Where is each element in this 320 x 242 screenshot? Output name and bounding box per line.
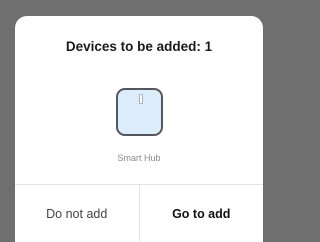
go-to-add-button[interactable]: Go to add bbox=[140, 185, 264, 242]
device-name: Smart Hub bbox=[117, 153, 161, 163]
smart-hub-icon bbox=[115, 88, 163, 136]
do-not-add-button[interactable]: Do not add bbox=[15, 185, 140, 242]
device-item[interactable]: Smart Hub bbox=[15, 88, 263, 163]
dialog-actions: Do not add Go to add bbox=[15, 184, 263, 242]
hub-indicator-light bbox=[138, 94, 143, 104]
add-devices-dialog: Devices to be added: 1 Smart Hub Do not … bbox=[15, 16, 263, 242]
dialog-title: Devices to be added: 1 bbox=[65, 39, 213, 54]
